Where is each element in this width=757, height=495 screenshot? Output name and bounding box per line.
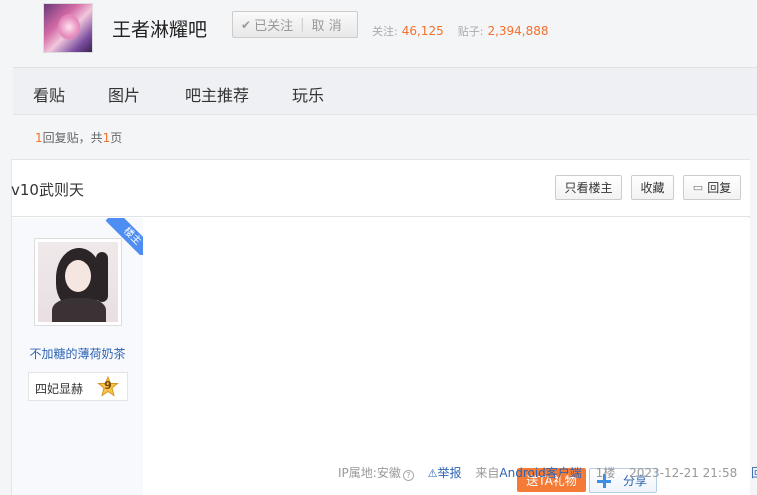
avatar-ponytail	[96, 252, 108, 302]
ip-text: IP属地:安徽	[338, 466, 401, 480]
avatar-face	[65, 260, 91, 292]
warning-icon: ⚠	[427, 467, 438, 480]
only-op-button[interactable]: 只看楼主	[555, 175, 622, 200]
divider: |	[300, 17, 305, 32]
forum-name[interactable]: 王者淋耀吧	[112, 15, 207, 42]
post-title: v10武则天	[11, 181, 84, 199]
thread-info: 1回复贴，共1页	[35, 129, 122, 146]
tab-images[interactable]: 图片	[108, 82, 140, 106]
op-badge: 楼主	[106, 218, 143, 255]
level-number: 9	[104, 379, 112, 392]
op-ribbon: 楼主	[106, 218, 143, 255]
post-tail: IP属地:安徽? ⚠举报 来自Android客户端 1楼 2023-12-21 …	[338, 464, 757, 481]
tab-posts[interactable]: 看贴	[33, 82, 65, 106]
reply-button-label: 回复	[707, 181, 732, 195]
level-badge[interactable]: 四妃显赫 9	[28, 372, 128, 401]
follow-count: 46,125	[401, 24, 444, 38]
report-link[interactable]: ⚠举报	[428, 466, 462, 480]
check-icon: ✔	[241, 17, 252, 32]
post-count: 2,394,888	[487, 24, 549, 38]
avatar-body	[52, 298, 106, 322]
post-card: v10武则天 只看楼主 收藏 ▭ 回复 不加糖的薄荷奶茶 四妃显赫 9 楼主 送…	[11, 159, 757, 495]
followed-label: 已关注	[254, 19, 294, 34]
client-link[interactable]: Android客户端	[499, 466, 581, 480]
author-name[interactable]: 不加糖的薄荷奶茶	[12, 345, 143, 362]
star-icon: 9	[97, 375, 119, 398]
post-title-bar: v10武则天 只看楼主 收藏 ▭ 回复	[11, 160, 750, 217]
reply-text: 回复贴，共	[42, 131, 103, 145]
reply-link[interactable]: 回复	[751, 466, 757, 480]
tab-fun[interactable]: 玩乐	[292, 82, 324, 106]
post-content: 送TA礼物 分享	[143, 218, 750, 495]
favorite-button[interactable]: 收藏	[631, 175, 674, 200]
post-time: 2023-12-21 21:58	[629, 466, 738, 480]
ip-location: IP属地:安徽?	[338, 466, 414, 481]
forum-nav: 看贴 图片 吧主推荐 玩乐	[13, 67, 757, 115]
floor-number: 1楼	[595, 466, 616, 480]
tab-featured[interactable]: 吧主推荐	[185, 82, 249, 106]
level-title: 四妃显赫	[35, 382, 84, 396]
source-text: 来自Android客户端	[475, 466, 582, 480]
unfollow-label[interactable]: 取 消	[311, 15, 341, 34]
reply-count: 1	[35, 131, 43, 145]
post-count-label: 贴子:	[457, 25, 484, 38]
page-text: 页	[110, 131, 123, 145]
comment-icon: ▭	[692, 181, 704, 194]
follow-count-label: 关注:	[372, 25, 398, 38]
question-icon[interactable]: ?	[402, 470, 414, 481]
reply-button[interactable]: ▭ 回复	[683, 175, 741, 200]
follow-button[interactable]: ✔ 已关注 | 取 消	[232, 11, 358, 38]
logo-art	[58, 14, 80, 40]
report-label: 举报	[437, 466, 462, 480]
author-panel: 不加糖的薄荷奶茶 四妃显赫 9	[12, 218, 143, 495]
forum-stats: 关注: 46,125 贴子: 2,394,888	[372, 23, 563, 39]
forum-logo[interactable]	[43, 3, 93, 53]
forum-header: 王者淋耀吧 ✔ 已关注 | 取 消 关注: 46,125 贴子: 2,394,888	[0, 0, 757, 68]
